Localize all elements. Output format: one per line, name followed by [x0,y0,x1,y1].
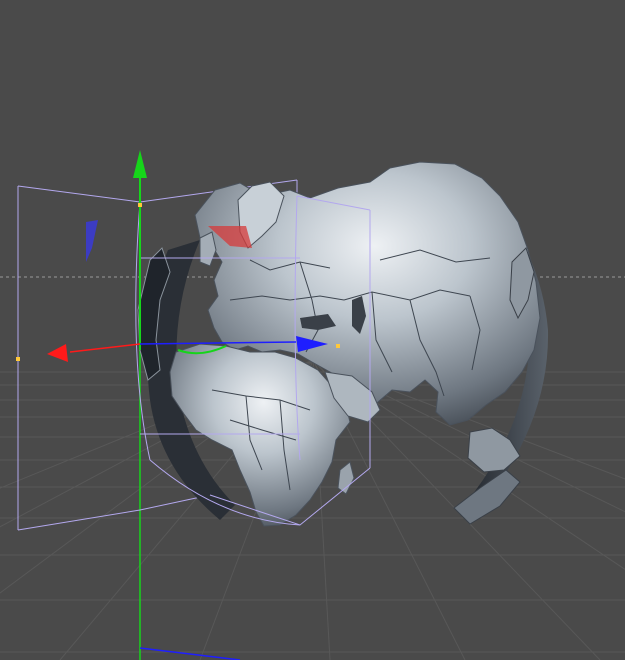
pivot-handle-right[interactable] [336,344,340,348]
globe-model[interactable] [137,161,549,527]
x-axis-handle[interactable] [47,344,68,362]
britain-landmass [199,231,217,267]
pivot-handle-left[interactable] [16,357,20,361]
africa-landmass [169,343,351,527]
xy-plane-handle[interactable] [86,220,98,262]
y-axis-handle[interactable] [133,150,147,178]
pivot-handle-top[interactable] [138,203,142,207]
gizmo-x-axis-line [69,343,141,353]
world-z-axis-line [139,647,241,660]
madagascar-landmass [337,461,355,495]
viewport-canvas[interactable] [0,0,625,660]
3d-viewport[interactable] [0,0,625,660]
